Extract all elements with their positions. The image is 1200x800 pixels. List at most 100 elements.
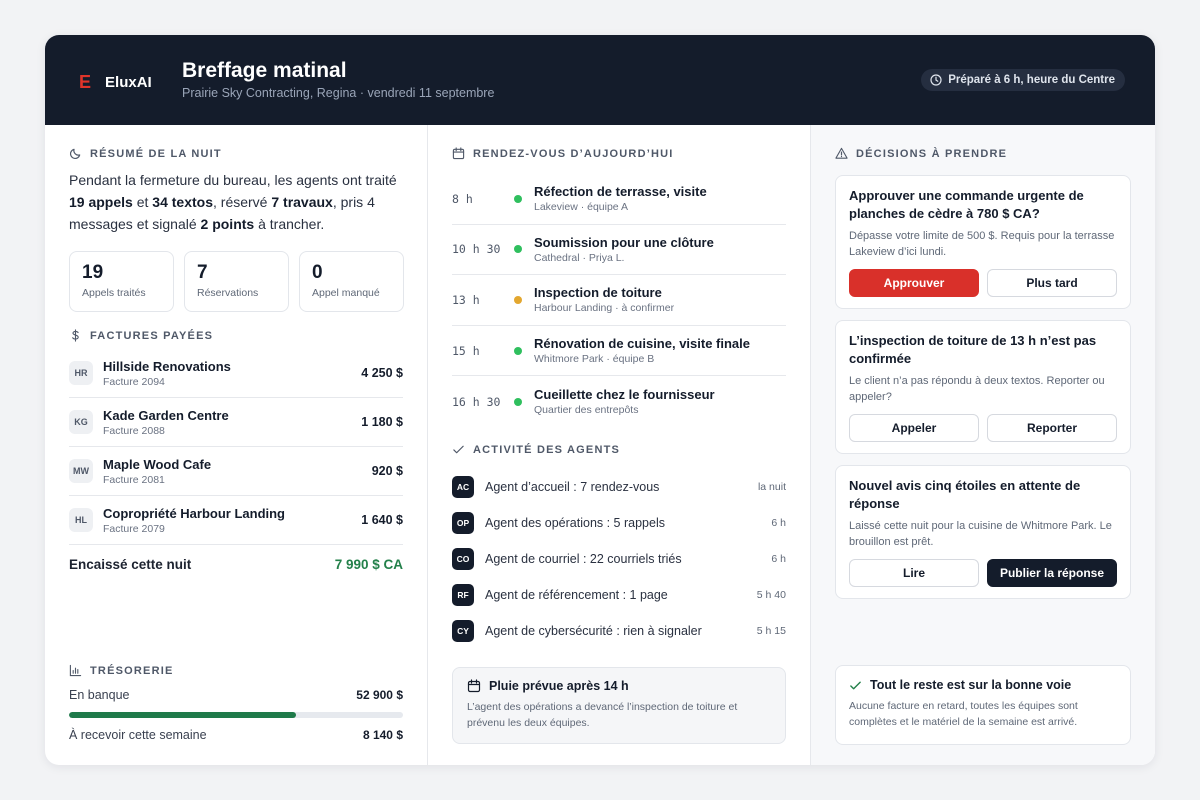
agent-row[interactable]: CY Agent de cybersécurité : rien à signa…: [452, 613, 786, 649]
agent-activity-list: AC Agent d’accueil : 7 rendez-vous la nu…: [452, 469, 786, 649]
night-total-value: 7 990 $ CA: [334, 557, 403, 572]
invoice-amount: 4 250 $: [361, 366, 403, 380]
approve-button[interactable]: Approuver: [849, 269, 979, 297]
section-title-agents: Activité des agents: [452, 443, 620, 456]
decision-body: Dépasse votre limite de 500 $. Requis po…: [849, 230, 1115, 258]
invoice-amount: 1 640 $: [361, 513, 403, 527]
appointment-detail: Cathedral · Priya L.: [534, 251, 625, 264]
appointment-row[interactable]: 13 h Inspection de toiture Harbour Landin…: [452, 275, 786, 326]
all-clear-body: Aucune facture en retard, toutes les équ…: [849, 700, 1078, 728]
calendar-icon: [452, 147, 465, 160]
section-title-appointments: Rendez-vous d’aujourd’hui: [452, 147, 674, 160]
section-title-invoices-label: Factures payées: [90, 329, 214, 342]
rain-alert-title: Pluie prévue après 14 h: [489, 679, 629, 693]
stat-label: Appel manqué: [312, 287, 380, 299]
decision-body: Laissé cette nuit pour la cuisine de Whi…: [849, 520, 1112, 548]
bank-label: En banque: [69, 688, 130, 702]
agent-summary: Agent des opérations : 5 rappels: [485, 516, 665, 530]
brand-logo[interactable]: E EluxAI: [79, 72, 152, 93]
appointment-time: 8 h: [452, 191, 473, 206]
all-clear-card: Tout le reste est sur la bonne voie Aucu…: [835, 665, 1131, 745]
publish-reply-button[interactable]: Publier la réponse: [987, 559, 1117, 587]
agent-row[interactable]: CO Agent de courriel : 22 courriels trié…: [452, 541, 786, 577]
appointment-title: Rénovation de cuisine, visite finale: [534, 336, 751, 352]
invoice-client: Kade Garden Centre: [103, 407, 229, 423]
receivable-value: 8 140 $: [362, 728, 403, 742]
bank-progress-bar: [69, 712, 403, 718]
summary-intro: Pendant la fermeture du bureau, les agen…: [69, 172, 397, 232]
section-title-summary: Résumé de la nuit: [69, 147, 222, 160]
invoice-row[interactable]: HR Hillside Renovations Facture 2094 4 25…: [69, 349, 403, 398]
agent-time: 5 h 15: [756, 625, 786, 637]
stats-row: 19 Appels traités 7 Réservations 0 Appel…: [69, 251, 404, 312]
agent-row[interactable]: RF Agent de référencement : 1 page 5 h 4…: [452, 577, 786, 613]
invoice-ref: Facture 2079: [103, 522, 165, 535]
stat-value: 7: [197, 262, 208, 283]
decisions-column: Décisions à prendre Approuver une comman…: [811, 125, 1155, 765]
invoice-row[interactable]: KG Kade Garden Centre Facture 2088 1 180 …: [69, 398, 403, 447]
invoice-initials: KG: [69, 410, 93, 434]
decision-card-review: Nouvel avis cinq étoiles en attente de r…: [835, 465, 1131, 599]
night-total-label: Encaissé cette nuit: [69, 557, 192, 572]
schedule-column: Rendez-vous d’aujourd’hui 8 h Réfection …: [428, 125, 811, 765]
agent-summary: Agent de référencement : 1 page: [485, 588, 668, 602]
invoice-amount: 920 $: [371, 464, 403, 478]
appointment-title: Cueillette chez le fournisseur: [534, 387, 715, 403]
appointment-title: Inspection de toiture: [534, 285, 662, 301]
clock-icon: [930, 74, 942, 86]
stat-card-bookings: 7 Réservations: [184, 251, 289, 312]
prepared-badge: Préparé à 6 h, heure du Centre: [921, 69, 1125, 91]
invoice-ref: Facture 2081: [103, 473, 165, 486]
stat-card-calls: 19 Appels traités: [69, 251, 174, 312]
stat-value: 0: [312, 262, 323, 283]
invoice-row[interactable]: HL Copropriété Harbour Landing Facture 20…: [69, 496, 403, 545]
invoice-initials: HR: [69, 361, 93, 385]
bank-value: 52 900 $: [356, 688, 403, 702]
bar-chart-icon: [69, 664, 82, 677]
appointment-row[interactable]: 15 h Rénovation de cuisine, visite final…: [452, 326, 786, 377]
invoice-list: HR Hillside Renovations Facture 2094 4 25…: [69, 349, 403, 545]
appointment-row[interactable]: 16 h 30 Cueillette chez le fournisseur Qu…: [452, 376, 786, 427]
stat-label: Appels traités: [82, 287, 146, 299]
dollar-icon: [72, 329, 79, 342]
call-button[interactable]: Appeler: [849, 414, 979, 442]
stat-label: Réservations: [197, 287, 259, 299]
agent-time: 6 h: [771, 517, 786, 529]
agent-initials: RF: [452, 584, 474, 606]
summary-column: Résumé de la nuit Pendant la fermeture d…: [45, 125, 428, 765]
rain-alert-body: L’agent des opérations a devancé l’inspe…: [467, 701, 738, 729]
section-title-invoices: Factures payées: [69, 329, 213, 342]
bank-balance: En banque 52 900 $: [69, 688, 403, 702]
agent-summary: Agent de courriel : 22 courriels triés: [485, 552, 682, 566]
section-title-agents-label: Activité des agents: [473, 443, 621, 456]
status-dot-confirmed: [514, 346, 522, 355]
receivable: À recevoir cette semaine 8 140 $: [69, 728, 403, 742]
stat-value: 19: [82, 262, 104, 283]
stat-card-missed: 0 Appel manqué: [299, 251, 404, 312]
appointment-row[interactable]: 10 h 30 Soumission pour une clôture Cathe…: [452, 225, 786, 276]
page-subtitle: Prairie Sky Contracting, Regina · vendre…: [182, 86, 495, 100]
appointment-detail: Harbour Landing · à confirmer: [534, 302, 675, 315]
status-dot-confirmed: [514, 397, 522, 406]
section-title-summary-label: Résumé de la nuit: [90, 147, 222, 160]
postpone-button[interactable]: Reporter: [987, 414, 1117, 442]
page-title: Breffage matinal: [182, 59, 347, 82]
all-clear-title: Tout le reste est sur la bonne voie: [870, 678, 1072, 692]
decision-title: Nouvel avis cinq étoiles en attente de r…: [849, 478, 1081, 511]
prepared-text: Préparé à 6 h, heure du Centre: [948, 74, 1115, 86]
appointment-row[interactable]: 8 h Réfection de terrasse, visite Lakevie…: [452, 174, 786, 225]
appointment-detail: Quartier des entrepôts: [534, 404, 639, 417]
agent-time: 6 h: [771, 553, 786, 565]
invoice-row[interactable]: MW Maple Wood Cafe Facture 2081 920 $: [69, 447, 403, 496]
invoice-ref: Facture 2094: [103, 375, 165, 388]
agent-row[interactable]: OP Agent des opérations : 5 rappels 6 h: [452, 505, 786, 541]
agent-initials: CY: [452, 620, 474, 642]
warning-icon: [835, 147, 848, 159]
brand-mark: E: [79, 72, 92, 92]
read-button[interactable]: Lire: [849, 559, 979, 587]
later-button[interactable]: Plus tard: [987, 269, 1117, 297]
status-dot-pending: [514, 295, 522, 304]
rain-alert: Pluie prévue après 14 h L’agent des opér…: [452, 667, 786, 744]
agent-row[interactable]: AC Agent d’accueil : 7 rendez-vous la nu…: [452, 469, 786, 505]
invoice-amount: 1 180 $: [361, 415, 403, 429]
